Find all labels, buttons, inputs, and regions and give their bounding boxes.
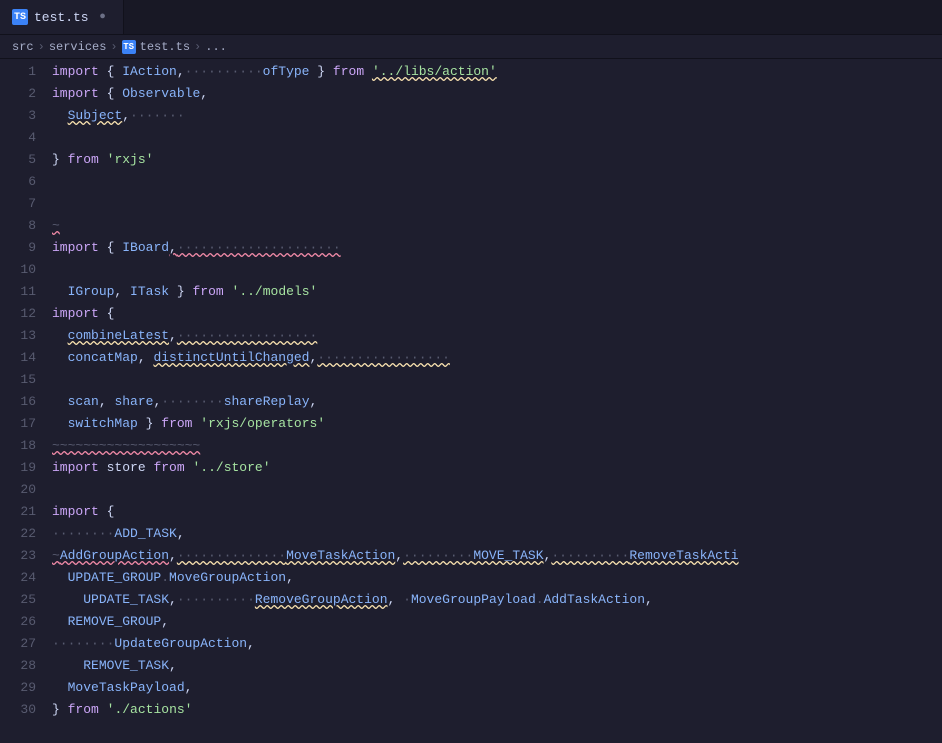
breadcrumb-ts-icon: TS (122, 40, 136, 54)
breadcrumb-sep3: › (194, 40, 201, 54)
code-line-9: import { IBoard,····················· (52, 237, 942, 259)
editor: 1 2 3 4 5 6 7 8 9 10 11 12 13 14 15 16 1… (0, 59, 942, 743)
line-num-5: 5 (8, 149, 36, 171)
code-line-1: import { IAction,··········ofType } from… (52, 61, 942, 83)
code-line-13: combineLatest,·················· (52, 325, 942, 347)
line-num-25: 25 (8, 589, 36, 611)
line-num-20: 20 (8, 479, 36, 501)
line-num-11: 11 (8, 281, 36, 303)
code-area[interactable]: import { IAction,··········ofType } from… (44, 59, 942, 743)
code-line-30: } from './actions' (52, 699, 942, 721)
line-num-24: 24 (8, 567, 36, 589)
line-num-18: 18 (8, 435, 36, 457)
code-line-18: ~~~~~~~~~~~~~~~~~~~ (52, 435, 942, 457)
line-num-17: 17 (8, 413, 36, 435)
line-num-10: 10 (8, 259, 36, 281)
breadcrumb: src › services › TS test.ts › ... (0, 35, 942, 59)
line-num-21: 21 (8, 501, 36, 523)
line-num-16: 16 (8, 391, 36, 413)
breadcrumb-sep1: › (38, 40, 45, 54)
line-num-9: 9 (8, 237, 36, 259)
breadcrumb-file: test.ts (140, 40, 190, 54)
line-num-30: 30 (8, 699, 36, 721)
tab-bar: TS test.ts ● (0, 0, 942, 35)
code-line-14: concatMap, distinctUntilChanged,········… (52, 347, 942, 369)
tab-test-ts[interactable]: TS test.ts ● (0, 0, 124, 34)
code-line-16: scan, share,········shareReplay, (52, 391, 942, 413)
line-num-12: 12 (8, 303, 36, 325)
ts-icon: TS (12, 9, 28, 25)
code-line-28: REMOVE_TASK, (52, 655, 942, 677)
code-line-26: REMOVE_GROUP, (52, 611, 942, 633)
code-line-2: import { Observable, (52, 83, 942, 105)
code-line-20 (52, 479, 942, 501)
line-num-6: 6 (8, 171, 36, 193)
breadcrumb-services: services (49, 40, 107, 54)
code-line-22: ········ADD_TASK, (52, 523, 942, 545)
code-line-7 (52, 193, 942, 215)
line-num-7: 7 (8, 193, 36, 215)
line-numbers: 1 2 3 4 5 6 7 8 9 10 11 12 13 14 15 16 1… (0, 59, 44, 743)
code-line-21: import { (52, 501, 942, 523)
breadcrumb-ellipsis: ... (205, 40, 227, 54)
line-num-28: 28 (8, 655, 36, 677)
line-num-13: 13 (8, 325, 36, 347)
code-line-4 (52, 127, 942, 149)
code-line-8: ~ (52, 215, 942, 237)
line-num-1: 1 (8, 61, 36, 83)
line-num-14: 14 (8, 347, 36, 369)
code-line-3: Subject,······· (52, 105, 942, 127)
line-num-8: 8 (8, 215, 36, 237)
code-line-17: switchMap } from 'rxjs/operators' (52, 413, 942, 435)
code-line-10 (52, 259, 942, 281)
code-line-6 (52, 171, 942, 193)
code-line-15 (52, 369, 942, 391)
line-num-19: 19 (8, 457, 36, 479)
line-num-4: 4 (8, 127, 36, 149)
code-line-29: MoveTaskPayload, (52, 677, 942, 699)
tab-close-button[interactable]: ● (95, 9, 111, 25)
line-num-22: 22 (8, 523, 36, 545)
line-num-26: 26 (8, 611, 36, 633)
code-line-27: ········UpdateGroupAction, (52, 633, 942, 655)
code-line-11: IGroup, ITask } from '../models' (52, 281, 942, 303)
code-line-24: UPDATE_GROUP.MoveGroupAction, (52, 567, 942, 589)
breadcrumb-sep2: › (110, 40, 117, 54)
line-num-23: 23 (8, 545, 36, 567)
code-line-25: UPDATE_TASK,··········RemoveGroupAction,… (52, 589, 942, 611)
breadcrumb-src: src (12, 40, 34, 54)
line-num-15: 15 (8, 369, 36, 391)
code-line-5: } from 'rxjs' (52, 149, 942, 171)
line-num-27: 27 (8, 633, 36, 655)
code-line-19: import store from '../store' (52, 457, 942, 479)
line-num-29: 29 (8, 677, 36, 699)
code-line-12: import { (52, 303, 942, 325)
tab-filename: test.ts (34, 10, 89, 25)
code-line-23: ~AddGroupAction,··············MoveTaskAc… (52, 545, 942, 567)
line-num-2: 2 (8, 83, 36, 105)
line-num-3: 3 (8, 105, 36, 127)
